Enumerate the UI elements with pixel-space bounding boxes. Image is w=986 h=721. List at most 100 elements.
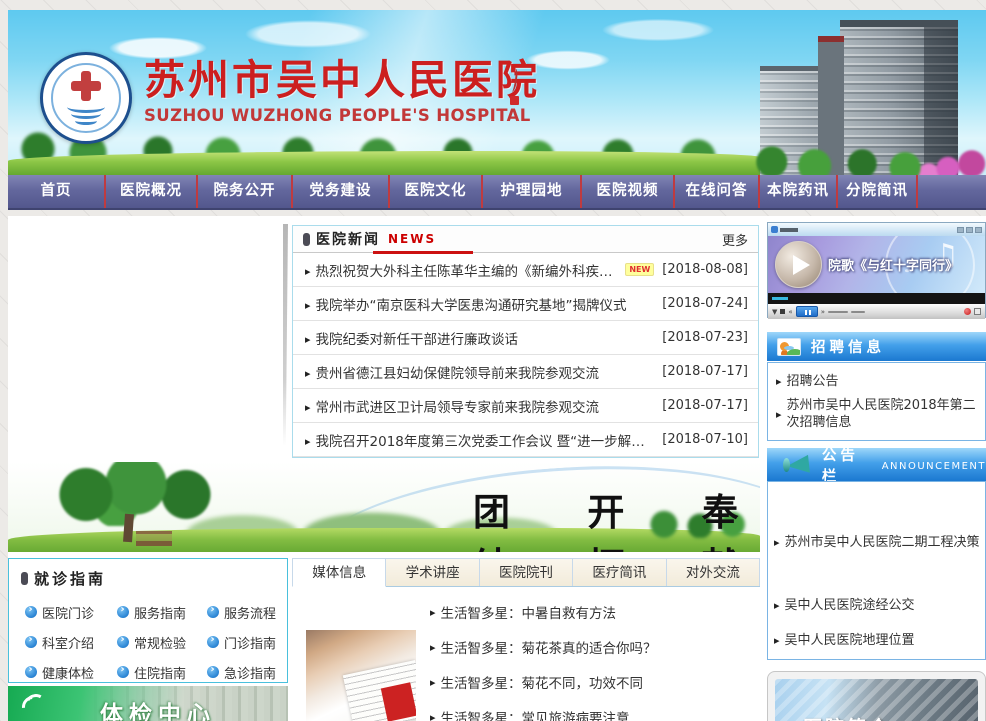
tree-trunk	[123, 514, 134, 543]
play-button[interactable]	[775, 241, 822, 288]
announcement-title: 公告栏	[822, 444, 872, 486]
motto-word: 奉献	[702, 482, 760, 552]
menu-arrow-icon[interactable]: ▼	[772, 308, 777, 316]
announcement-subtitle: ANNOUNCEMENT	[882, 461, 986, 472]
record-button[interactable]	[964, 308, 971, 315]
settings-toggle[interactable]	[974, 308, 981, 315]
tab-bar: 媒体信息 学术讲座 医院院刊 医疗简讯 对外交流	[292, 558, 760, 587]
banner-grass	[8, 151, 760, 175]
arrow-icon	[305, 328, 316, 347]
news-item[interactable]: 热烈祝贺大外科主任陈革华主编的《新编外科疾病诊断与治 NEW [2018-08-…	[293, 253, 758, 287]
pause-button[interactable]	[796, 306, 818, 317]
article-list: 生活智多星：中暑自救有方法 生活智多星：菊花茶真的适合你吗？ 生活智多星：菊花不…	[430, 594, 750, 721]
next-button[interactable]: »	[821, 308, 825, 316]
guide-link-outpatient-guide[interactable]: 门诊指南	[207, 627, 288, 657]
volume-slider[interactable]	[851, 311, 865, 313]
intro-building-image: 医院简介	[775, 679, 978, 721]
announcement-item[interactable]: 吴中人民医院地理位置	[774, 632, 979, 649]
new-badge: NEW	[625, 263, 654, 276]
close-icon[interactable]	[975, 227, 982, 233]
nav-item-branch[interactable]: 分院简讯	[838, 175, 918, 208]
news-item[interactable]: 我院纪委对新任干部进行廉政谈话 [2018-07-23]	[293, 321, 758, 355]
nav-item-affairs[interactable]: 院务公开	[198, 175, 293, 208]
hospital-intro-card[interactable]: 医院简介	[767, 671, 986, 721]
motto-word: 团结	[473, 482, 531, 552]
arrow-icon	[305, 294, 316, 313]
news-item[interactable]: 常州市武进区卫计局领导专家前来我院参观交流 [2018-07-17]	[293, 389, 758, 423]
article-link[interactable]: 生活智多星：菊花茶真的适合你吗？	[430, 629, 750, 664]
arrow-icon	[430, 639, 441, 655]
media-tabs-panel: 媒体信息 学术讲座 医院院刊 医疗简讯 对外交流 生活智多星：中暑自救有方法 生…	[292, 558, 760, 721]
guide-link-emergency-guide[interactable]: 急诊指南	[207, 657, 288, 683]
status-text-placeholder	[772, 297, 788, 300]
recruitment-title: 招聘信息	[811, 336, 885, 357]
nav-item-home[interactable]: 首页	[8, 175, 106, 208]
bench	[136, 531, 172, 546]
news-item[interactable]: 我院召开2018年度第三次党委工作会议 暨“进一步解放思想 [2018-07-1…	[293, 423, 758, 457]
tab-external-exchange[interactable]: 对外交流	[667, 558, 760, 586]
hospital-name-english: SUZHOU WUZHONG PEOPLE'S HOSPITAL	[144, 106, 540, 125]
player-control-bar: ▼ « »	[768, 304, 985, 319]
video-screen[interactable]: ♫ ♪ 院歌《与红十字同行》	[768, 236, 985, 293]
tab-hospital-journal[interactable]: 医院院刊	[480, 558, 573, 586]
main-navigation: 首页 医院概况 院务公开 党务建设 医院文化 护理园地 医院视频 在线问答 本院…	[8, 175, 986, 210]
tab-academic-lectures[interactable]: 学术讲座	[386, 558, 479, 586]
nav-item-nursing[interactable]: 护理园地	[483, 175, 582, 208]
guide-link-health-checkup[interactable]: 健康体检	[25, 657, 117, 683]
red-seal-stamp	[510, 96, 519, 105]
announcement-item[interactable]: 苏州市吴中人民医院二期工程决策事	[774, 534, 979, 551]
newspaper-masthead	[381, 682, 416, 721]
building-greenery	[748, 141, 986, 175]
guide-link-inpatient-guide[interactable]: 住院指南	[117, 657, 207, 683]
news-item[interactable]: 我院举办“南京医科大学医患沟通研究基地”揭牌仪式 [2018-07-24]	[293, 287, 758, 321]
arrow-icon	[305, 362, 316, 381]
stop-button[interactable]	[780, 309, 785, 314]
guide-link-service-guide[interactable]: 服务指南	[117, 597, 207, 627]
arrow-icon	[774, 534, 785, 551]
play-icon	[793, 255, 810, 275]
signature-stroke	[508, 68, 518, 93]
seek-slider[interactable]	[828, 311, 848, 313]
news-header: 医院新闻 NEWS 更多	[293, 226, 758, 253]
arrow-icon	[305, 430, 316, 449]
hospital-song-video-player[interactable]: ♫ ♪ 院歌《与红十字同行》 ▼ « »	[767, 222, 986, 318]
nav-item-overview[interactable]: 医院概况	[106, 175, 198, 208]
video-caption: 院歌《与红十字同行》	[828, 255, 958, 274]
news-more-link[interactable]: 更多	[722, 230, 748, 249]
nav-item-qa[interactable]: 在线问答	[675, 175, 760, 208]
announcement-header: 公告栏 ANNOUNCEMENT	[767, 448, 986, 481]
tab-medical-briefs[interactable]: 医疗简讯	[573, 558, 666, 586]
window-controls	[957, 227, 982, 233]
previous-button[interactable]: «	[788, 308, 792, 316]
guide-links-grid: 医院门诊 服务指南 服务流程 科室介绍 常规检验 门诊指南 健康体检 住院指南 …	[9, 593, 287, 683]
nav-item-culture[interactable]: 医院文化	[390, 175, 483, 208]
guide-title: 就诊指南	[34, 568, 106, 589]
tab-media-info[interactable]: 媒体信息	[292, 558, 386, 587]
nav-item-video[interactable]: 医院视频	[582, 175, 675, 208]
hospital-name-block: 苏州市吴中人民医院 SUZHOU WUZHONG PEOPLE'S HOSPIT…	[144, 58, 540, 125]
article-link[interactable]: 生活智多星：常见旅游病要注意	[430, 699, 750, 721]
visit-guide-panel: 就诊指南 医院门诊 服务指南 服务流程 科室介绍 常规检验 门诊指南 健康体检 …	[8, 558, 288, 683]
guide-link-routine-tests[interactable]: 常规检验	[117, 627, 207, 657]
guide-link-service-flow[interactable]: 服务流程	[207, 597, 288, 627]
recruitment-item[interactable]: 苏州市吴中人民医院2018年第二次招聘信息	[776, 397, 977, 431]
maximize-icon[interactable]	[966, 227, 973, 233]
article-link[interactable]: 生活智多星：中暑自救有方法	[430, 594, 750, 629]
announcement-item[interactable]: 吴中人民医院途经公交	[774, 597, 979, 614]
minimize-icon[interactable]	[957, 227, 964, 233]
circle-arrow-icon	[117, 636, 129, 648]
red-underline	[373, 251, 473, 254]
recruitment-item[interactable]: 招聘公告	[776, 373, 977, 390]
arrow-icon	[776, 406, 787, 423]
nav-item-party[interactable]: 党务建设	[293, 175, 390, 208]
guide-link-outpatient[interactable]: 医院门诊	[25, 597, 117, 627]
arrow-icon	[774, 632, 785, 649]
article-link[interactable]: 生活智多星：菊花不同，功效不同	[430, 664, 750, 699]
nav-item-pharmacy[interactable]: 本院药讯	[760, 175, 838, 208]
news-item[interactable]: 贵州省德江县妇幼保健院领导前来我院参观交流 [2018-07-17]	[293, 355, 758, 389]
checkup-center-label: 体检中心	[100, 695, 216, 721]
checkup-center-banner[interactable]: 体检中心	[8, 686, 288, 721]
recruitment-header: 招聘信息	[767, 332, 986, 361]
guide-link-departments[interactable]: 科室介绍	[25, 627, 117, 657]
arrow-icon	[430, 709, 441, 721]
